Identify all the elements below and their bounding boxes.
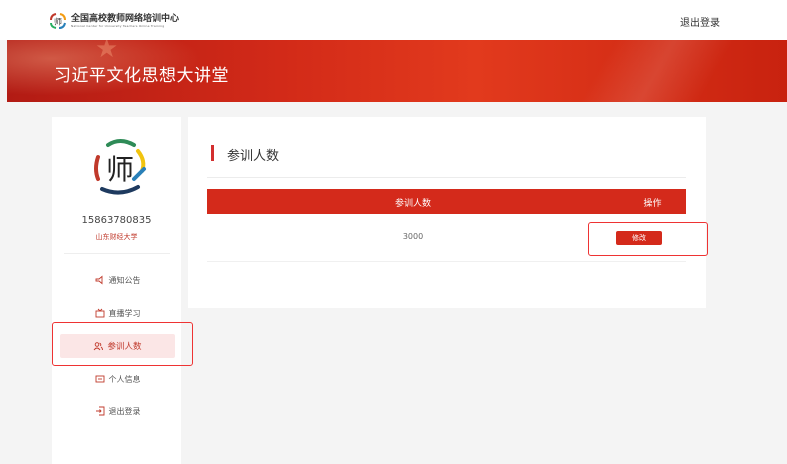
top-bar: 师 全国高校教师网络培训中心 National Center for Unive… (0, 0, 787, 40)
exit-icon (95, 406, 105, 416)
logo-subtitle: National Center for University Teachers … (71, 23, 165, 28)
sidebar-item-label: 通知公告 (108, 275, 141, 285)
site-logo[interactable]: 师 全国高校教师网络培训中心 National Center for Unive… (48, 11, 179, 31)
page-title: 参训人数 (227, 149, 280, 164)
table-cell-count: 3000 (402, 232, 424, 241)
title-divider (207, 177, 686, 178)
sidebar-item-notice[interactable]: 通知公告 (60, 268, 175, 292)
sidebar-item-logout[interactable]: 退出登录 (60, 399, 175, 423)
megaphone-icon (95, 275, 105, 285)
user-phone: 15863780835 (81, 215, 152, 226)
highlight-box (588, 222, 708, 256)
logo-title: 全国高校教师网络培训中心 (71, 13, 180, 24)
table-header: 参训人数 操作 (207, 189, 686, 214)
sidebar-item-label: 个人信息 (108, 374, 141, 384)
sidebar-item-label: 直播学习 (108, 308, 141, 318)
avatar: 师 (94, 139, 146, 195)
section-accent-bar (211, 145, 214, 161)
column-header-count: 参训人数 (394, 199, 431, 209)
logout-link[interactable]: 退出登录 (680, 14, 720, 29)
id-card-icon (95, 374, 105, 384)
column-header-action: 操作 (643, 199, 662, 209)
sidebar-item-label: 退出登录 (108, 406, 141, 416)
sidebar-divider (64, 253, 170, 254)
sidebar-item-profile[interactable]: 个人信息 (60, 367, 175, 391)
svg-text:师: 师 (54, 17, 62, 27)
logo-icon: 师 (50, 13, 66, 29)
svg-text:师: 师 (106, 153, 134, 186)
banner-title: 习近平文化思想大讲堂 (54, 66, 229, 86)
live-icon (95, 308, 105, 318)
user-school: 山东财经大学 (95, 233, 138, 241)
sidebar: 师 15863780835 山东财经大学 通知公告 直播学习 参训人数 个人信息… (52, 117, 181, 464)
banner: ★ 习近平文化思想大讲堂 (7, 40, 787, 102)
table-row (207, 261, 686, 262)
highlight-box (52, 322, 193, 366)
